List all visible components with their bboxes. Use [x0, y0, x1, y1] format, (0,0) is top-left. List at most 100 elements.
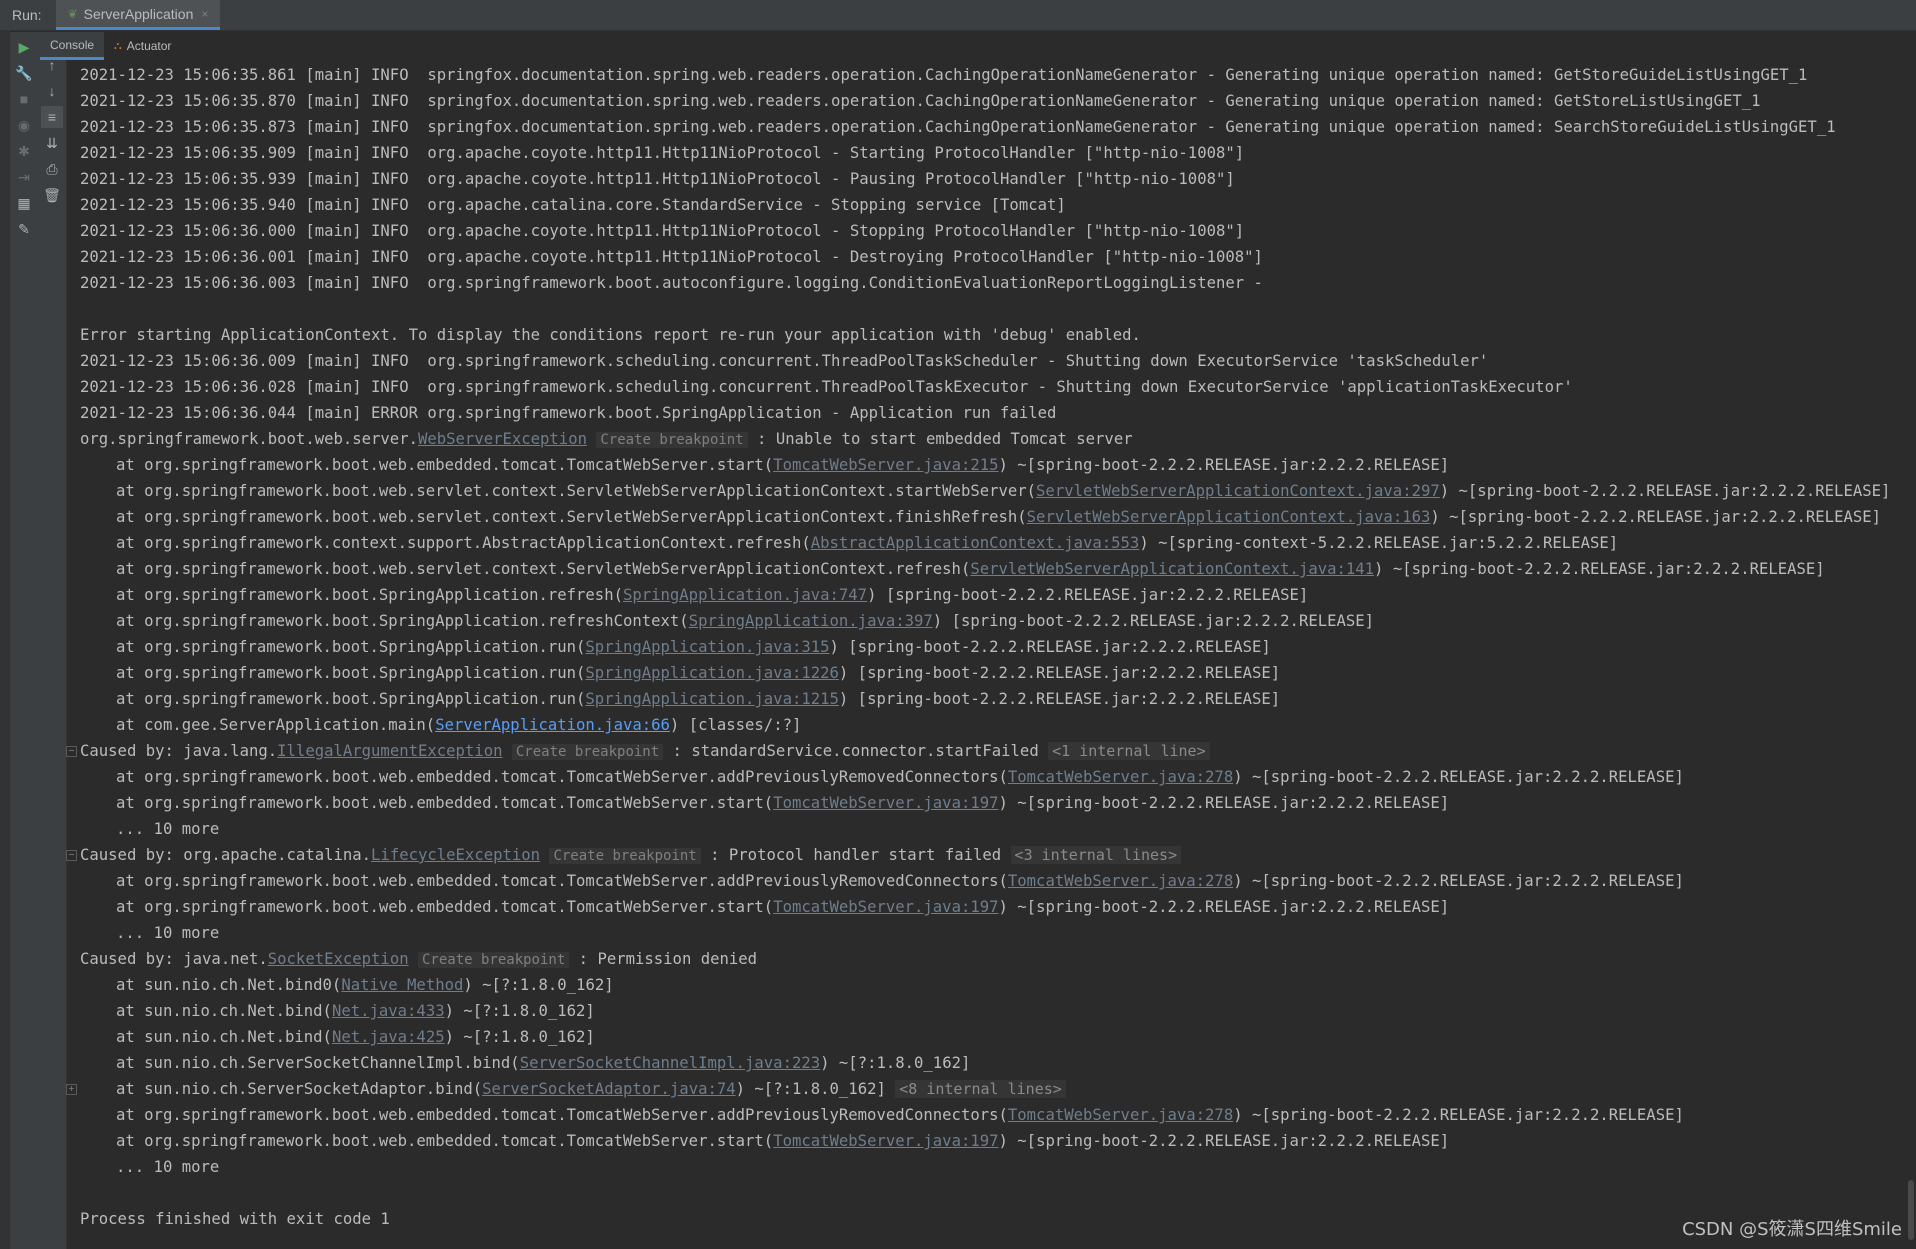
console-subtabs: Console ⛬ Actuator [40, 32, 181, 60]
console-line: at org.springframework.boot.web.embedded… [67, 452, 1916, 478]
console-text: Caused by: java.net. [80, 950, 268, 968]
source-link[interactable]: TomcatWebServer.java:278 [1008, 768, 1233, 786]
console-line: at org.springframework.boot.SpringApplic… [67, 686, 1916, 712]
console-text: ) ~[?:1.8.0_162] [463, 976, 614, 994]
source-link[interactable]: SpringApplication.java:1226 [585, 664, 838, 682]
console-text: ) [classes/:?] [669, 716, 802, 734]
fold-toggle-icon[interactable]: − [66, 850, 77, 861]
console-text: at org.springframework.boot.SpringApplic… [116, 586, 623, 604]
tab-actuator[interactable]: ⛬ Actuator [104, 32, 181, 60]
console-output[interactable]: 2021-12-23 15:06:35.861 [main] INFO spri… [66, 62, 1916, 1249]
wrench-icon[interactable]: 🔧 [13, 62, 35, 84]
source-link[interactable]: ServerSocketAdaptor.java:74 [482, 1080, 735, 1098]
console-text: ) ~[spring-boot-2.2.2.RELEASE.jar:2.2.2.… [1374, 560, 1825, 578]
internal-lines-folded[interactable]: <1 internal line> [1048, 742, 1210, 760]
source-link[interactable]: ServletWebServerApplicationContext.java:… [970, 560, 1374, 578]
console-text: at org.springframework.boot.web.embedded… [116, 794, 774, 812]
console-text: at org.springframework.boot.web.servlet.… [116, 560, 971, 578]
internal-lines-folded[interactable]: <8 internal lines> [895, 1080, 1066, 1098]
console-line: 2021-12-23 15:06:36.044 [main] ERROR org… [67, 400, 1916, 426]
console-text: ... 10 more [116, 1158, 220, 1176]
tab-console-label: Console [50, 37, 95, 52]
internal-lines-folded[interactable]: <3 internal lines> [1010, 846, 1182, 864]
console-text: 2021-12-23 15:06:35.939 [main] INFO org.… [80, 170, 1235, 188]
console-text: ) ~[?:1.8.0_162] [444, 1002, 595, 1020]
console-text: at org.springframework.boot.web.embedded… [116, 768, 1008, 786]
source-link[interactable]: SpringApplication.java:747 [623, 586, 867, 604]
debug-icon[interactable]: ✱ [13, 140, 35, 162]
fold-toggle-icon[interactable]: + [66, 1084, 77, 1095]
fold-toggle-icon[interactable]: − [66, 746, 77, 757]
console-text: Process finished with exit code 1 [80, 1210, 390, 1228]
source-link[interactable]: SpringApplication.java:1215 [585, 690, 838, 708]
create-breakpoint-link[interactable]: Create breakpoint [596, 432, 748, 448]
source-link[interactable]: TomcatWebServer.java:278 [1008, 872, 1233, 890]
close-icon[interactable]: × [201, 7, 208, 21]
console-text: ) [spring-boot-2.2.2.RELEASE.jar:2.2.2.R… [838, 690, 1281, 708]
console-text: ... 10 more [116, 820, 220, 838]
stop-icon[interactable]: ■ [13, 88, 35, 110]
down-arrow-icon[interactable]: ↓ [41, 80, 63, 102]
console-text: : Protocol handler start failed [700, 846, 1011, 864]
source-link[interactable]: Native Method [341, 976, 463, 994]
console-line: at org.springframework.boot.web.embedded… [67, 764, 1916, 790]
console-line: ... 10 more [67, 1154, 1916, 1180]
source-link[interactable]: TomcatWebServer.java:215 [773, 456, 998, 474]
console-text: at com.gee.ServerApplication.main( [116, 716, 436, 734]
trash-icon[interactable]: 🗑 [41, 184, 63, 206]
exit-icon[interactable]: ⇥ [13, 166, 35, 188]
tab-server-application[interactable]: ❦ ServerApplication × [55, 0, 221, 30]
source-link[interactable]: ServerSocketChannelImpl.java:223 [520, 1054, 820, 1072]
console-text: 2021-12-23 15:06:35.940 [main] INFO org.… [80, 196, 1066, 214]
console-text: ) [spring-boot-2.2.2.RELEASE.jar:2.2.2.R… [838, 664, 1281, 682]
console-text: ) ~[spring-boot-2.2.2.RELEASE.jar:2.2.2.… [1233, 768, 1684, 786]
console-text: at org.springframework.boot.web.embedded… [116, 872, 1008, 890]
console-text: ) ~[?:1.8.0_162] [735, 1080, 896, 1098]
source-link[interactable]: ServerApplication.java:66 [435, 716, 670, 734]
console-text: 2021-12-23 15:06:36.001 [main] INFO org.… [80, 248, 1263, 266]
tab-actuator-label: Actuator [126, 39, 172, 53]
console-text: ) ~[?:1.8.0_162] [444, 1028, 595, 1046]
source-link[interactable]: ServletWebServerApplicationContext.java:… [1027, 508, 1431, 526]
source-link[interactable]: TomcatWebServer.java:197 [773, 898, 998, 916]
create-breakpoint-link[interactable]: Create breakpoint [549, 848, 701, 864]
console-line: ... 10 more [67, 816, 1916, 842]
source-link[interactable]: Net.java:425 [332, 1028, 445, 1046]
source-link[interactable]: TomcatWebServer.java:197 [773, 1132, 998, 1150]
camera-icon[interactable]: ◉ [13, 114, 35, 136]
source-link[interactable]: TomcatWebServer.java:197 [773, 794, 998, 812]
console-line: at sun.nio.ch.Net.bind(Net.java:433) ~[?… [67, 998, 1916, 1024]
console-scrollbar[interactable] [1908, 1180, 1914, 1240]
console-text: at sun.nio.ch.Net.bind( [116, 1002, 332, 1020]
console-text: ) ~[spring-boot-2.2.2.RELEASE.jar:2.2.2.… [1439, 482, 1891, 500]
source-link[interactable]: SpringApplication.java:315 [585, 638, 829, 656]
spring-leaf-icon: ❦ [67, 6, 78, 21]
print-icon[interactable]: ⎙ [41, 158, 63, 180]
source-link[interactable]: TomcatWebServer.java:278 [1008, 1106, 1233, 1124]
source-link[interactable]: IllegalArgumentException [277, 742, 502, 760]
console-text: 2021-12-23 15:06:35.861 [main] INFO spri… [80, 66, 1808, 84]
soft-wrap-icon[interactable]: ≡ [41, 106, 63, 128]
source-link[interactable]: SpringApplication.java:397 [689, 612, 933, 630]
console-line: at org.springframework.context.support.A… [67, 530, 1916, 556]
source-link[interactable]: LifecycleException [371, 846, 540, 864]
scroll-to-end-icon[interactable]: ⇊ [41, 132, 63, 154]
source-link[interactable]: SocketException [268, 950, 409, 968]
source-link[interactable]: WebServerException [418, 430, 587, 448]
create-breakpoint-link[interactable]: Create breakpoint [511, 744, 664, 760]
console-line: + at sun.nio.ch.ServerSocketAdaptor.bind(… [66, 1076, 1916, 1102]
tab-console[interactable]: Console [40, 32, 105, 60]
pin-icon[interactable]: ✎ [13, 218, 35, 240]
run-icon[interactable]: ▶ [13, 36, 35, 58]
source-link[interactable]: Net.java:433 [332, 1002, 445, 1020]
toolbar-column-left: ▶ 🔧 ■ ◉ ✱ ⇥ ▦ ✎ [10, 32, 38, 240]
source-link[interactable]: ServletWebServerApplicationContext.java:… [1036, 482, 1440, 500]
create-breakpoint-link[interactable]: Create breakpoint [417, 952, 570, 968]
console-text: at org.springframework.boot.web.servlet.… [116, 508, 1027, 526]
console-text: Caused by: java.lang. [80, 742, 278, 760]
console-text: at sun.nio.ch.Net.bind0( [116, 976, 342, 994]
console-text: 2021-12-23 15:06:35.870 [main] INFO spri… [80, 92, 1761, 110]
console-line: at org.springframework.boot.web.servlet.… [67, 478, 1916, 504]
source-link[interactable]: AbstractApplicationContext.java:553 [811, 534, 1140, 552]
layout-icon[interactable]: ▦ [13, 192, 35, 214]
